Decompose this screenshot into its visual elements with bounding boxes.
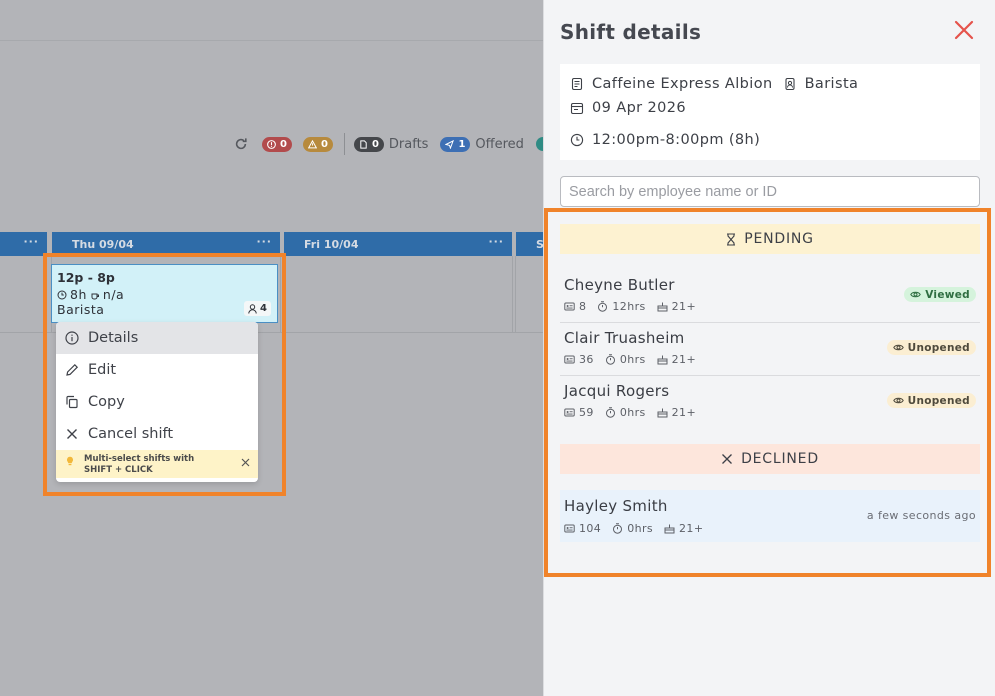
day-header-label: Fri 10/04 [304, 237, 359, 251]
warnings-badge[interactable]: 0 [302, 136, 333, 152]
location-row: Caffeine Express Albion Barista [570, 76, 858, 92]
role-badge-icon [785, 77, 795, 91]
close-panel-button[interactable] [953, 19, 975, 41]
store-badge-icon [571, 77, 583, 91]
highlight-box-menu [43, 253, 286, 496]
shift-date: 09 Apr 2026 [592, 100, 687, 116]
more-icon[interactable]: ··· [23, 235, 39, 248]
alert-circle-icon [267, 139, 276, 149]
day-header-sat: S [516, 232, 546, 256]
role-name: Barista [804, 76, 859, 92]
day-cell-sat[interactable] [515, 256, 546, 332]
employee-search-input[interactable] [560, 176, 980, 207]
shift-time-range: 12:00pm-8:00pm (8h) [592, 132, 761, 148]
date-row: 09 Apr 2026 [570, 100, 686, 116]
drafts-count: 0 [371, 138, 379, 150]
toolbar-separator [343, 133, 345, 155]
drafts-badge[interactable]: 0 [353, 136, 384, 152]
roster-toolbar: 0 0 0 Drafts 1 Offered [232, 133, 546, 155]
calendar-icon [570, 102, 584, 115]
more-icon[interactable]: ··· [256, 235, 272, 248]
refresh-icon[interactable] [232, 135, 250, 153]
errors-badge[interactable]: 0 [262, 136, 292, 152]
errors-count: 0 [280, 138, 287, 150]
close-icon [954, 20, 974, 40]
day-cell-fri[interactable] [283, 256, 513, 332]
document-icon [360, 139, 367, 149]
day-header-fri: Fri 10/04 ··· [284, 232, 512, 256]
clock-icon [570, 133, 584, 147]
highlight-box-staff-list [544, 208, 991, 577]
send-icon [445, 139, 455, 149]
offered-count: 1 [458, 138, 466, 150]
shift-info-card: Caffeine Express Albion Barista 09 Apr 2… [560, 64, 980, 160]
drafts-label: Drafts [388, 136, 429, 152]
panel-title: Shift details [560, 20, 702, 44]
time-row: 12:00pm-8:00pm (8h) [570, 132, 760, 148]
offered-label: Offered [475, 136, 524, 152]
header-divider [0, 40, 545, 41]
more-icon[interactable]: ··· [488, 235, 504, 248]
day-header-wed: ··· [0, 232, 47, 256]
warning-icon [307, 139, 317, 148]
offered-badge[interactable]: 1 [440, 136, 471, 152]
day-header-label: Thu 09/04 [72, 237, 134, 251]
warnings-count: 0 [320, 138, 328, 150]
location-name: Caffeine Express Albion [592, 76, 773, 92]
